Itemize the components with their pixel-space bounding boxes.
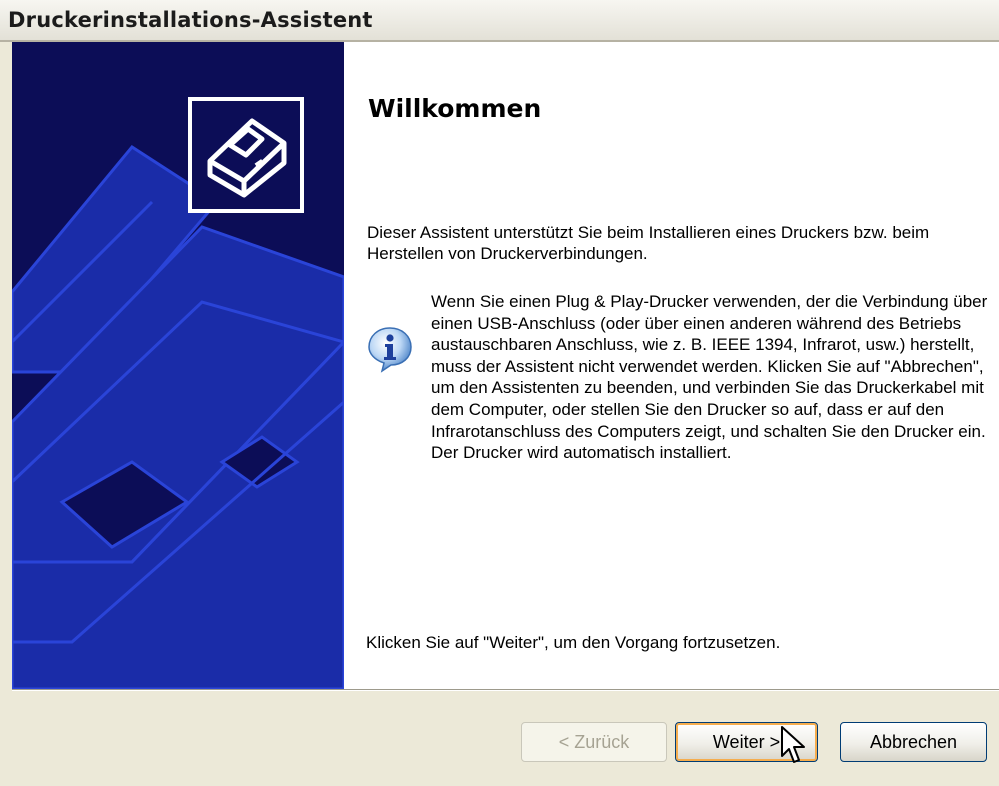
- wizard-sidebar-banner: [12, 42, 344, 689]
- printer-icon: [188, 97, 304, 213]
- intro-text: Dieser Assistent unterstützt Sie beim In…: [367, 223, 930, 263]
- page-title: Willkommen: [368, 94, 542, 123]
- info-icon: [366, 325, 414, 373]
- back-button[interactable]: < Zurück: [521, 722, 667, 762]
- cancel-button[interactable]: Abbrechen: [840, 722, 987, 762]
- mouse-pointer-icon: [781, 726, 805, 763]
- button-area-divider: [12, 689, 999, 691]
- title-bar[interactable]: Druckerinstallations-Assistent: [0, 0, 999, 42]
- continue-instruction-text: Klicken Sie auf "Weiter", um den Vorgang…: [366, 633, 781, 652]
- wizard-window: Druckerinstallations-Assistent Willkomme…: [0, 0, 999, 786]
- window-title: Druckerinstallations-Assistent: [8, 8, 373, 32]
- info-note-text: Wenn Sie einen Plug & Play-Drucker verwe…: [431, 292, 988, 463]
- wizard-content-panel: Willkommen Dieser Assistent unterstützt …: [344, 42, 999, 689]
